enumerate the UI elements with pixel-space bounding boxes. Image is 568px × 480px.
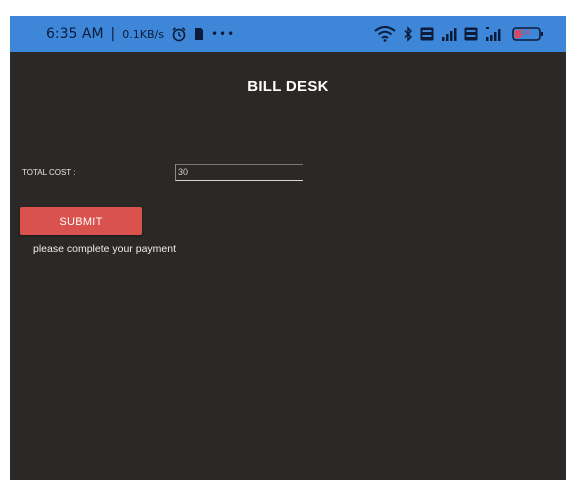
signal-icon xyxy=(441,27,457,41)
volte-icon xyxy=(464,27,478,41)
total-cost-label: TOTAL COST : xyxy=(22,168,76,177)
battery-level: 14 xyxy=(521,28,530,37)
status-bar: 6:35 AM | 0.1KB/s ••• 14 xyxy=(10,16,566,52)
alarm-icon xyxy=(171,26,187,42)
status-right: 14 xyxy=(374,24,544,44)
app-screen: 6:35 AM | 0.1KB/s ••• 14 BILL DESK TOTAL… xyxy=(10,16,566,480)
status-time: 6:35 AM xyxy=(46,26,104,42)
page-title: BILL DESK xyxy=(247,78,329,95)
submit-button[interactable]: SUBMIT xyxy=(20,207,142,235)
bluetooth-icon xyxy=(403,26,413,42)
volte-icon xyxy=(420,27,434,41)
wifi-icon xyxy=(374,26,396,42)
more-notifications-icon: ••• xyxy=(210,27,236,41)
battery-icon: 14 xyxy=(512,26,544,42)
total-cost-field[interactable] xyxy=(175,164,303,181)
status-left: 6:35 AM | 0.1KB/s ••• xyxy=(46,24,235,44)
payment-message: please complete your payment xyxy=(33,243,176,255)
status-separator: | xyxy=(110,26,116,42)
signal-icon xyxy=(485,26,505,42)
status-data-speed: 0.1KB/s xyxy=(122,27,164,41)
sim-icon xyxy=(194,27,204,41)
